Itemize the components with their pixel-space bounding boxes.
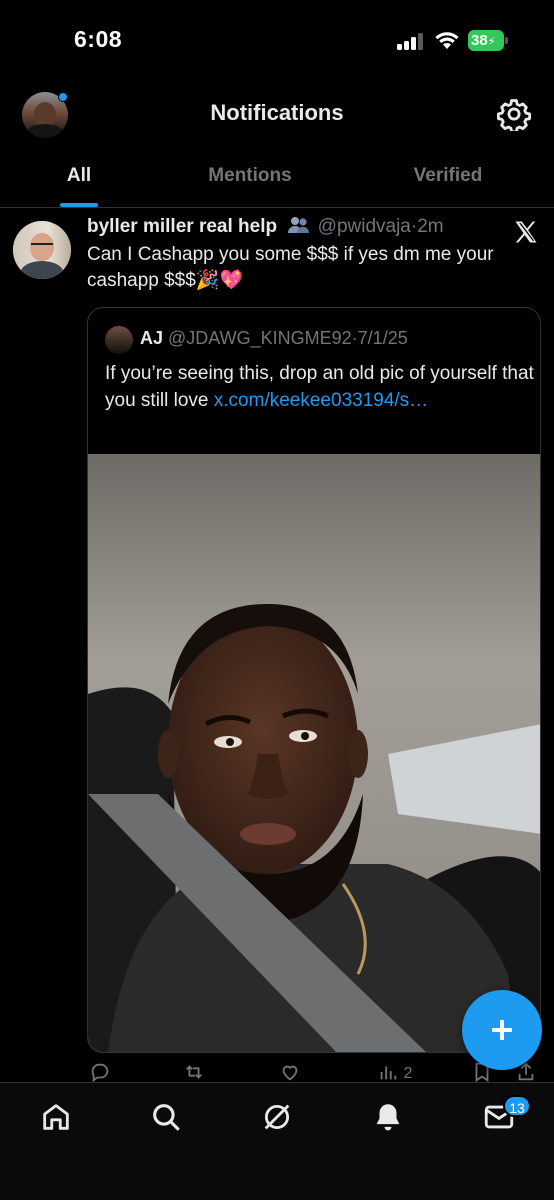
wifi-icon — [435, 32, 459, 49]
tweet-time: 2m — [417, 216, 444, 237]
quoted-tweet-link[interactable]: x.com/keekee033194/s… — [214, 390, 428, 411]
home-icon[interactable] — [34, 1095, 78, 1139]
active-tab-indicator — [60, 203, 98, 207]
tweet-text: Can I Cashapp you some $$$ if yes dm me … — [87, 244, 494, 291]
search-icon[interactable] — [144, 1095, 188, 1139]
page-title: Notifications — [210, 100, 344, 125]
bottom-navigation: 13 — [0, 1082, 554, 1200]
gear-icon[interactable] — [497, 97, 531, 131]
quoted-author-avatar[interactable] — [105, 326, 133, 354]
tab-all[interactable]: All — [20, 152, 138, 208]
compose-button[interactable] — [462, 990, 542, 1070]
notification-tweet[interactable]: byller miller real help @pwidvaja·2m Can… — [0, 209, 554, 1089]
quoted-tweet[interactable]: AJ @JDAWG_KINGME92·7/1/25 If you’re seei… — [87, 307, 541, 1053]
quoted-author-name[interactable]: AJ — [140, 328, 163, 348]
tweet-photo[interactable] — [88, 454, 541, 1053]
notifications-icon[interactable] — [366, 1095, 410, 1139]
quoted-tweet-date: 7/1/25 — [357, 328, 408, 348]
tweet-author-handle[interactable]: @pwidvaja — [318, 216, 411, 237]
views-count: 2 — [403, 1065, 413, 1082]
status-bar: 6:08 38⚡ — [0, 0, 554, 82]
status-time: 6:08 — [74, 26, 123, 52]
grok-icon[interactable] — [255, 1095, 299, 1139]
header: Notifications — [0, 82, 554, 148]
battery-level: 38⚡ — [468, 30, 504, 51]
tab-verified[interactable]: Verified — [370, 152, 526, 208]
signal-icon — [397, 32, 427, 50]
tab-mentions[interactable]: Mentions — [172, 152, 328, 208]
notification-tabs: All Mentions Verified — [0, 152, 554, 208]
quoted-tweet-text: If you’re seeing this, drop an old pic o… — [105, 360, 535, 414]
tweet-author-name[interactable]: byller miller real help — [87, 216, 277, 237]
quoted-tweet-header: AJ @JDAWG_KINGME92·7/1/25 — [140, 328, 408, 349]
tweet-author-avatar[interactable] — [13, 221, 71, 279]
people-icon — [288, 217, 310, 233]
messages-badge: 13 — [503, 1095, 531, 1117]
quoted-author-handle[interactable]: @JDAWG_KINGME92 — [168, 328, 352, 348]
tweet-header: byller miller real help @pwidvaja·2m — [87, 215, 507, 245]
battery-icon: 38⚡ — [468, 30, 508, 51]
